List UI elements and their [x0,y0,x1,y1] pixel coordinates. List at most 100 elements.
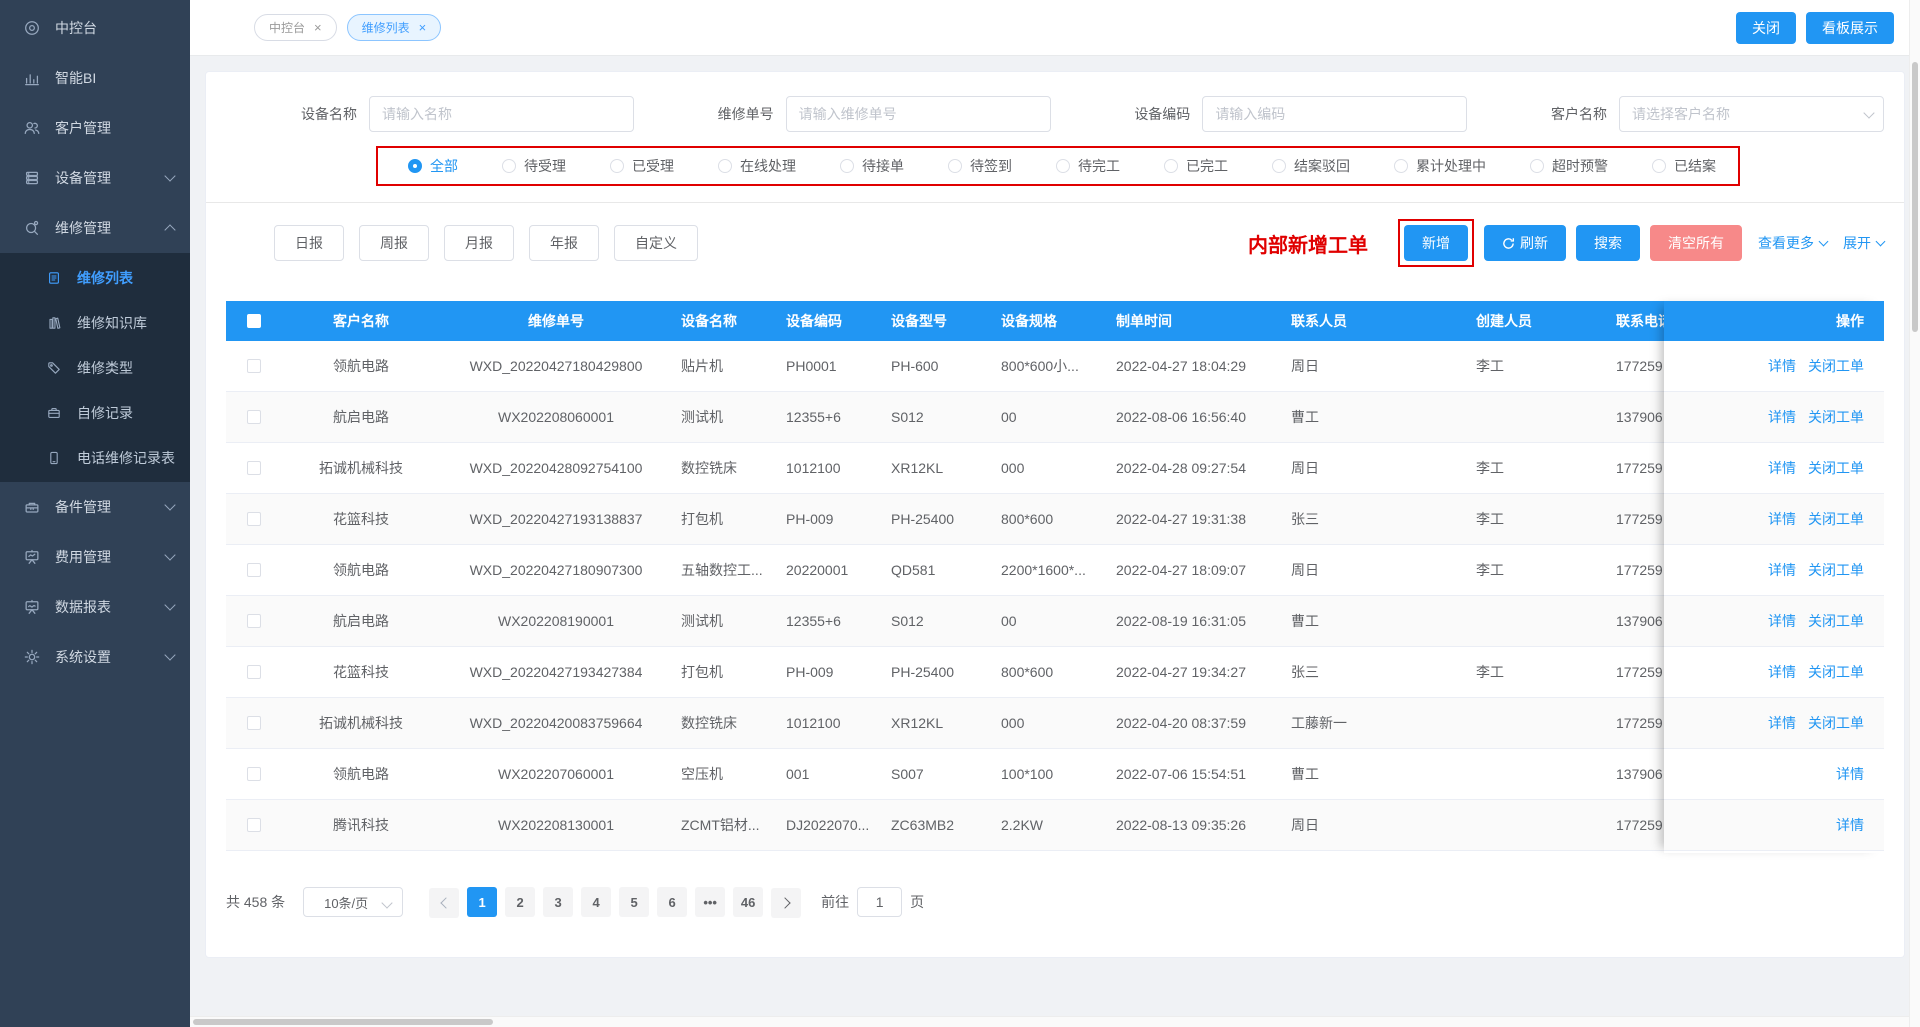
close-button[interactable]: 关闭 [1736,12,1796,44]
sidebar-item-维修知识库[interactable]: 维修知识库 [0,300,190,345]
report-button-自定义[interactable]: 自定义 [614,225,698,261]
cell-contact: 张三 [1281,509,1466,529]
close-order-link[interactable]: 关闭工单 [1808,611,1864,631]
scrollbar-thumb[interactable] [1912,62,1918,332]
next-page-button[interactable] [771,888,801,918]
detail-link[interactable]: 详情 [1768,713,1796,733]
row-checkbox[interactable] [247,665,261,679]
sidebar-item-维修列表[interactable]: 维修列表 [0,255,190,300]
search-button[interactable]: 搜索 [1576,225,1640,261]
sidebar-item-智能BI[interactable]: 智能BI [0,53,190,103]
close-icon[interactable]: × [419,21,427,34]
more-pages-button[interactable]: ••• [695,887,725,917]
page-button-4[interactable]: 4 [581,887,611,917]
customer-name-select[interactable] [1619,96,1884,132]
page-button-46[interactable]: 46 [733,887,763,917]
add-button[interactable]: 新增 [1404,225,1468,261]
page-button-6[interactable]: 6 [657,887,687,917]
detail-link[interactable]: 详情 [1768,662,1796,682]
sidebar-item-维修管理[interactable]: 维修管理 [0,203,190,253]
row-checkbox[interactable] [247,359,261,373]
status-radio-已结案[interactable]: 已结案 [1652,156,1716,176]
vertical-scrollbar[interactable] [1909,0,1920,1027]
close-icon[interactable]: × [314,21,322,34]
device-name-input[interactable] [369,96,634,132]
row-checkbox[interactable] [247,563,261,577]
tab-console[interactable]: 中控台 × [254,14,337,41]
detail-link[interactable]: 详情 [1768,560,1796,580]
status-radio-待签到[interactable]: 待签到 [948,156,1012,176]
sidebar-item-维修类型[interactable]: 维修类型 [0,345,190,390]
status-radio-结案驳回[interactable]: 结案驳回 [1272,156,1350,176]
row-checkbox[interactable] [247,767,261,781]
status-radio-已完工[interactable]: 已完工 [1164,156,1228,176]
cell-device_spec: 800*600 [991,511,1106,527]
detail-link[interactable]: 详情 [1836,815,1864,835]
sidebar-item-数据报表[interactable]: 数据报表 [0,582,190,632]
detail-link[interactable]: 详情 [1768,356,1796,376]
sidebar-item-电话维修记录表[interactable]: 电话维修记录表 [0,435,190,480]
sidebar-item-自修记录[interactable]: 自修记录 [0,390,190,435]
cell-creator: 李工 [1466,356,1606,376]
scrollbar-thumb[interactable] [193,1019,493,1025]
action-column-header: 操作 [1664,301,1884,341]
report-button-日报[interactable]: 日报 [274,225,344,261]
row-checkbox[interactable] [247,614,261,628]
report-button-月报[interactable]: 月报 [444,225,514,261]
page-button-3[interactable]: 3 [543,887,573,917]
refresh-button[interactable]: 刷新 [1484,225,1566,261]
page-button-5[interactable]: 5 [619,887,649,917]
row-checkbox[interactable] [247,461,261,475]
sidebar-item-设备管理[interactable]: 设备管理 [0,153,190,203]
close-order-link[interactable]: 关闭工单 [1808,662,1864,682]
row-checkbox[interactable] [247,512,261,526]
status-radio-已受理[interactable]: 已受理 [610,156,674,176]
close-order-link[interactable]: 关闭工单 [1808,356,1864,376]
status-radio-待接单[interactable]: 待接单 [840,156,904,176]
sidebar-item-系统设置[interactable]: 系统设置 [0,632,190,682]
tab-repair-list[interactable]: 维修列表 × [347,14,442,41]
view-more-link[interactable]: 查看更多 [1758,233,1827,253]
order-no-input[interactable] [786,96,1051,132]
expand-link[interactable]: 展开 [1843,233,1884,253]
sidebar-item-费用管理[interactable]: 费用管理 [0,532,190,582]
close-order-link[interactable]: 关闭工单 [1808,509,1864,529]
detail-link[interactable]: 详情 [1768,611,1796,631]
page-unit-label: 页 [910,892,924,912]
status-radio-超时预警[interactable]: 超时预警 [1530,156,1608,176]
detail-link[interactable]: 详情 [1768,458,1796,478]
goto-page-input[interactable] [857,887,902,917]
cell-device_code: 001 [776,766,881,782]
detail-link[interactable]: 详情 [1768,407,1796,427]
close-order-link[interactable]: 关闭工单 [1808,713,1864,733]
detail-link[interactable]: 详情 [1768,509,1796,529]
page-button-2[interactable]: 2 [505,887,535,917]
report-button-年报[interactable]: 年报 [529,225,599,261]
select-all-checkbox[interactable] [247,314,261,328]
status-radio-累计处理中[interactable]: 累计处理中 [1394,156,1486,176]
close-order-link[interactable]: 关闭工单 [1808,560,1864,580]
sidebar-item-中控台[interactable]: 中控台 [0,3,190,53]
chevron-right-icon [779,897,790,908]
close-order-link[interactable]: 关闭工单 [1808,407,1864,427]
status-radio-待受理[interactable]: 待受理 [502,156,566,176]
board-display-button[interactable]: 看板展示 [1806,12,1894,44]
row-checkbox[interactable] [247,716,261,730]
status-radio-在线处理[interactable]: 在线处理 [718,156,796,176]
horizontal-scrollbar[interactable] [190,1016,1910,1027]
status-radio-全部[interactable]: 全部 [408,156,458,176]
row-checkbox[interactable] [247,410,261,424]
close-order-link[interactable]: 关闭工单 [1808,458,1864,478]
row-checkbox[interactable] [247,818,261,832]
sidebar-item-label: 自修记录 [77,403,133,423]
page-button-1[interactable]: 1 [467,887,497,917]
detail-link[interactable]: 详情 [1836,764,1864,784]
sidebar-item-备件管理[interactable]: 备件管理 [0,482,190,532]
report-button-周报[interactable]: 周报 [359,225,429,261]
device-code-input[interactable] [1202,96,1467,132]
sidebar-item-客户管理[interactable]: 客户管理 [0,103,190,153]
status-radio-待完工[interactable]: 待完工 [1056,156,1120,176]
clear-all-button[interactable]: 清空所有 [1650,225,1742,261]
page-size-select[interactable]: 10条/页 [303,887,403,917]
prev-page-button[interactable] [429,888,459,918]
